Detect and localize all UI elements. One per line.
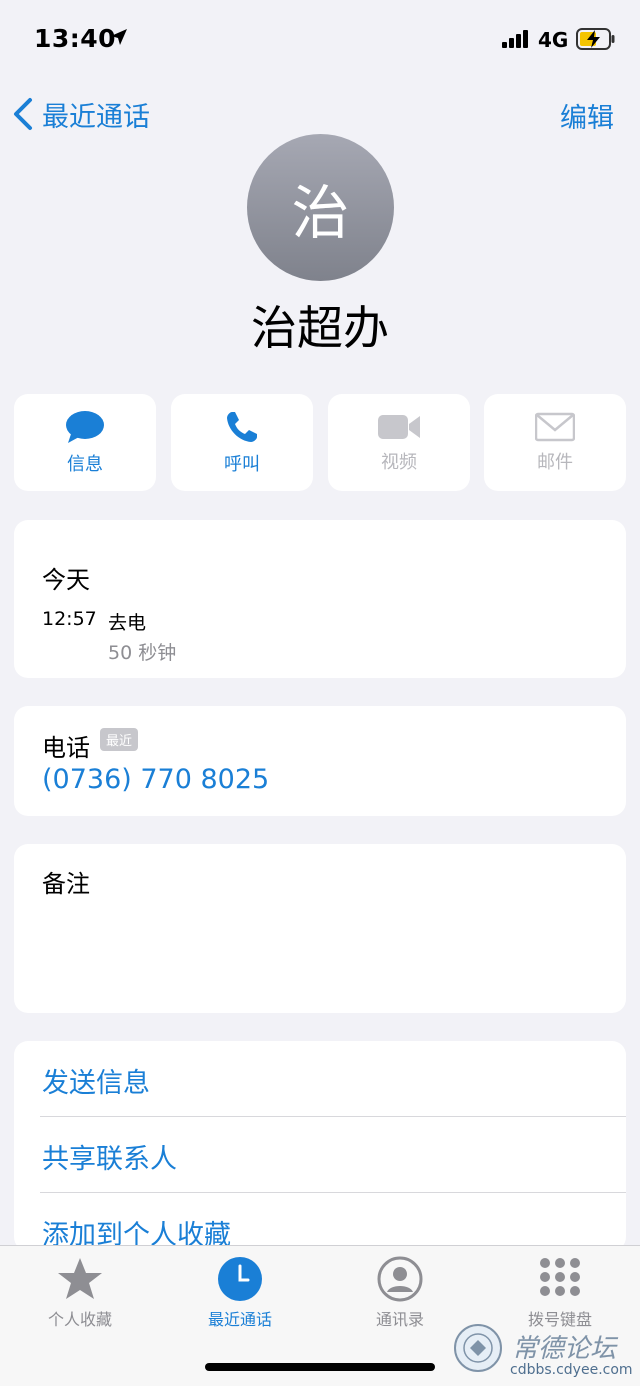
mail-button: 邮件 — [484, 394, 626, 491]
watermark-url: cdbbs.cdyee.com — [510, 1362, 633, 1378]
location-arrow-icon — [111, 29, 127, 45]
message-icon — [66, 410, 104, 443]
status-time: 13:40 — [34, 24, 117, 53]
watermark-text: 常德论坛 — [512, 1334, 617, 1364]
message-label: 信息 — [67, 453, 103, 475]
signal-bars-icon — [502, 30, 528, 48]
avatar: 治 — [247, 134, 394, 281]
phone-card[interactable]: 电话 最近 (0736) 770 8025 — [14, 706, 626, 816]
contacts-icon — [377, 1256, 423, 1302]
chevron-left-icon — [14, 98, 32, 130]
video-button: 视频 — [328, 394, 470, 491]
tab-contacts-label: 通讯录 — [375, 1310, 424, 1329]
tab-keypad[interactable]: 拨号键盘 — [480, 1256, 640, 1330]
share-contact-option[interactable]: 共享联系人 — [42, 1137, 177, 1176]
phone-number-link[interactable]: (0736) 770 8025 — [42, 764, 269, 795]
recent-badge: 最近 — [100, 728, 139, 751]
mail-icon — [535, 412, 575, 441]
keypad-icon — [540, 1258, 580, 1296]
divider — [40, 1116, 626, 1117]
send-message-option[interactable]: 发送信息 — [42, 1061, 150, 1100]
home-indicator — [205, 1363, 435, 1371]
star-icon — [58, 1258, 102, 1299]
call-log-date: 今天 — [42, 566, 90, 594]
call-label: 呼叫 — [224, 453, 260, 475]
tab-recents[interactable]: 最近通话 — [160, 1256, 320, 1330]
tab-contacts[interactable]: 通讯录 — [320, 1256, 480, 1330]
video-icon — [378, 414, 420, 439]
tab-recents-label: 最近通话 — [207, 1310, 272, 1329]
notes-label: 备注 — [42, 870, 90, 898]
call-log-time: 12:57 — [42, 608, 97, 630]
watermark-logo-icon — [454, 1324, 502, 1372]
clock-icon — [218, 1257, 262, 1301]
call-log-type: 去电 — [108, 612, 147, 634]
contact-name: 治超办 — [251, 301, 389, 355]
edit-button[interactable]: 编辑 — [560, 96, 614, 135]
back-label: 最近通话 — [42, 101, 150, 133]
divider — [40, 1192, 626, 1193]
mail-label: 邮件 — [537, 451, 573, 473]
message-button[interactable]: 信息 — [14, 394, 156, 491]
options-card: 发送信息 共享联系人 添加到个人收藏 — [14, 1041, 626, 1251]
tab-favorites-label: 个人收藏 — [47, 1310, 112, 1329]
phone-icon — [227, 411, 257, 442]
battery-charging-icon — [576, 28, 615, 50]
video-label: 视频 — [381, 451, 417, 473]
call-button[interactable]: 呼叫 — [171, 394, 313, 491]
phone-label: 电话 — [42, 734, 90, 762]
tab-favorites[interactable]: 个人收藏 — [0, 1256, 160, 1330]
notes-card[interactable]: 备注 — [14, 844, 626, 1013]
network-type: 4G — [538, 28, 569, 52]
call-log-card: 今天 12:57 去电 50 秒钟 — [14, 520, 626, 678]
call-log-duration: 50 秒钟 — [108, 642, 177, 664]
tab-keypad-label: 拨号键盘 — [527, 1310, 592, 1329]
back-button[interactable]: 最近通话 — [12, 94, 150, 134]
